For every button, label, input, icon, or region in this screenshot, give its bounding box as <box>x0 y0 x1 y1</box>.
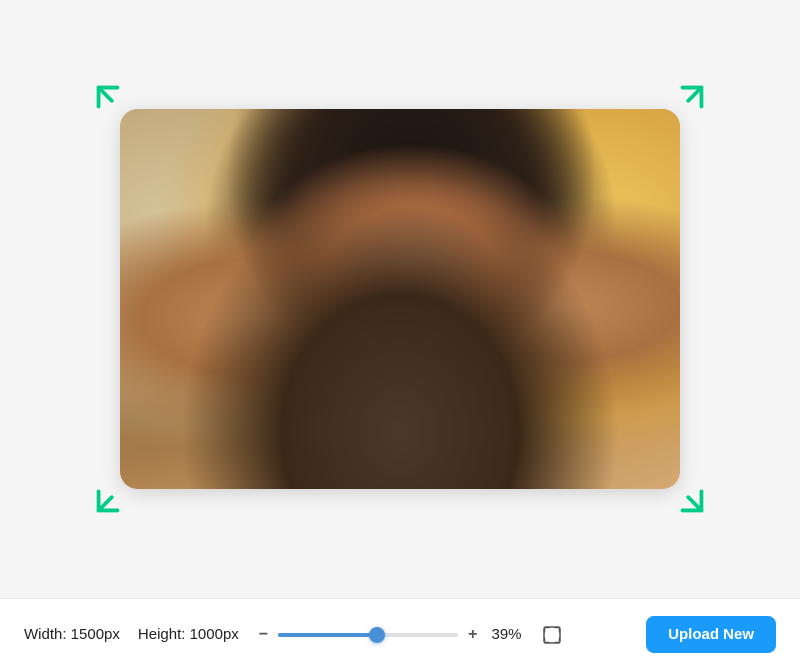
height-label: Height: 1000px <box>138 626 239 643</box>
person-layer <box>120 109 680 489</box>
zoom-increase-button[interactable]: + <box>468 626 477 644</box>
image-display <box>120 109 680 489</box>
bottom-toolbar: Width: 1500px Height: 1000px − + 39% <box>0 598 800 670</box>
expand-icon <box>543 626 561 644</box>
slider-thumb[interactable] <box>369 627 385 643</box>
zoom-slider[interactable] <box>278 633 458 637</box>
zoom-percent-label: 39% <box>491 626 521 643</box>
photo-content <box>120 109 680 489</box>
toolbar-info: Width: 1500px Height: 1000px <box>24 626 239 643</box>
main-container: Width: 1500px Height: 1000px − + 39% <box>0 0 800 670</box>
image-wrapper <box>120 109 680 489</box>
zoom-decrease-button[interactable]: − <box>259 626 268 644</box>
slider-group: − + 39% <box>259 621 610 649</box>
canvas-area <box>0 0 800 598</box>
upload-new-button[interactable]: Upload New <box>646 616 776 653</box>
width-label: Width: 1500px <box>24 626 120 643</box>
expand-icon-button[interactable] <box>538 621 566 649</box>
slider-fill <box>278 633 377 637</box>
